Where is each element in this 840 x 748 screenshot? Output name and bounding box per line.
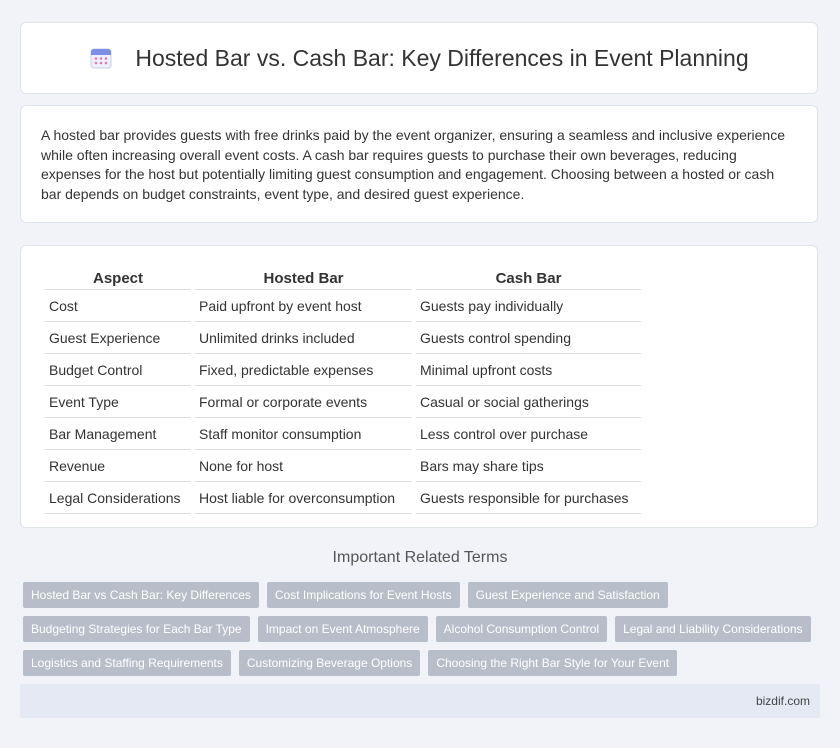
cell-aspect: Legal Considerations (45, 482, 191, 514)
cell-aspect: Budget Control (45, 354, 191, 386)
cell-aspect: Bar Management (45, 418, 191, 450)
tag-row: Hosted Bar vs Cash Bar: Key Differences … (23, 582, 823, 608)
intro-card: A hosted bar provides guests with free d… (20, 105, 818, 223)
cell-cash: Guests pay individually (416, 290, 641, 322)
header-hosted-bar: Hosted Bar (195, 266, 412, 290)
cell-cash: Bars may share tips (416, 450, 641, 482)
cell-aspect: Event Type (45, 386, 191, 418)
cell-cash: Guests control spending (416, 322, 641, 354)
tag-row: Budgeting Strategies for Each Bar Type I… (23, 616, 823, 642)
tag-key-differences[interactable]: Hosted Bar vs Cash Bar: Key Differences (23, 582, 259, 608)
comparison-card: Aspect Hosted Bar Cash Bar Cost Paid upf… (20, 245, 818, 528)
tag-event-atmosphere[interactable]: Impact on Event Atmosphere (257, 616, 428, 642)
header-aspect: Aspect (45, 266, 191, 290)
cell-hosted: Paid upfront by event host (195, 290, 412, 322)
cell-hosted: Host liable for overconsumption (195, 482, 412, 514)
table-row: Legal Considerations Host liable for ove… (45, 482, 641, 514)
table-row: Bar Management Staff monitor consumption… (45, 418, 641, 450)
table-header-row: Aspect Hosted Bar Cash Bar (45, 266, 641, 290)
cell-aspect: Guest Experience (45, 322, 191, 354)
table-row: Cost Paid upfront by event host Guests p… (45, 290, 641, 322)
tag-bar-style[interactable]: Choosing the Right Bar Style for Your Ev… (428, 650, 678, 676)
cell-hosted: Staff monitor consumption (195, 418, 412, 450)
footer-brand[interactable]: bizdif.com (756, 694, 810, 708)
tag-cost-implications[interactable]: Cost Implications for Event Hosts (266, 582, 460, 608)
cell-cash: Guests responsible for purchases (416, 482, 641, 514)
tag-budgeting-strategies[interactable]: Budgeting Strategies for Each Bar Type (23, 616, 250, 642)
title-card: Hosted Bar vs. Cash Bar: Key Differences… (20, 22, 818, 94)
intro-paragraph: A hosted bar provides guests with free d… (41, 127, 785, 202)
cell-hosted: Formal or corporate events (195, 386, 412, 418)
tag-logistics-staffing[interactable]: Logistics and Staffing Requirements (23, 650, 231, 676)
related-terms-tags: Hosted Bar vs Cash Bar: Key Differences … (23, 582, 823, 684)
footer: bizdif.com (20, 684, 820, 718)
table-row: Guest Experience Unlimited drinks includ… (45, 322, 641, 354)
cell-cash: Less control over purchase (416, 418, 641, 450)
tag-alcohol-consumption[interactable]: Alcohol Consumption Control (435, 616, 608, 642)
title-text: Hosted Bar vs. Cash Bar: Key Differences… (135, 44, 749, 71)
related-terms-title: Important Related Terms (332, 549, 508, 566)
table-row: Budget Control Fixed, predictable expens… (45, 354, 641, 386)
calendar-icon (89, 46, 113, 70)
cell-cash: Minimal upfront costs (416, 354, 641, 386)
header-cash-bar: Cash Bar (416, 266, 641, 290)
tag-row: Logistics and Staffing Requirements Cust… (23, 650, 823, 676)
cell-cash: Casual or social gatherings (416, 386, 641, 418)
cell-hosted: Fixed, predictable expenses (195, 354, 412, 386)
cell-aspect: Revenue (45, 450, 191, 482)
tag-guest-experience[interactable]: Guest Experience and Satisfaction (467, 582, 668, 608)
comparison-table: Aspect Hosted Bar Cash Bar Cost Paid upf… (41, 266, 645, 514)
table-row: Revenue None for host Bars may share tip… (45, 450, 641, 482)
tag-beverage-options[interactable]: Customizing Beverage Options (238, 650, 421, 676)
cell-hosted: None for host (195, 450, 412, 482)
table-row: Event Type Formal or corporate events Ca… (45, 386, 641, 418)
tag-legal-liability[interactable]: Legal and Liability Considerations (615, 616, 811, 642)
page-title: Hosted Bar vs. Cash Bar: Key Differences… (89, 44, 749, 72)
cell-aspect: Cost (45, 290, 191, 322)
cell-hosted: Unlimited drinks included (195, 322, 412, 354)
